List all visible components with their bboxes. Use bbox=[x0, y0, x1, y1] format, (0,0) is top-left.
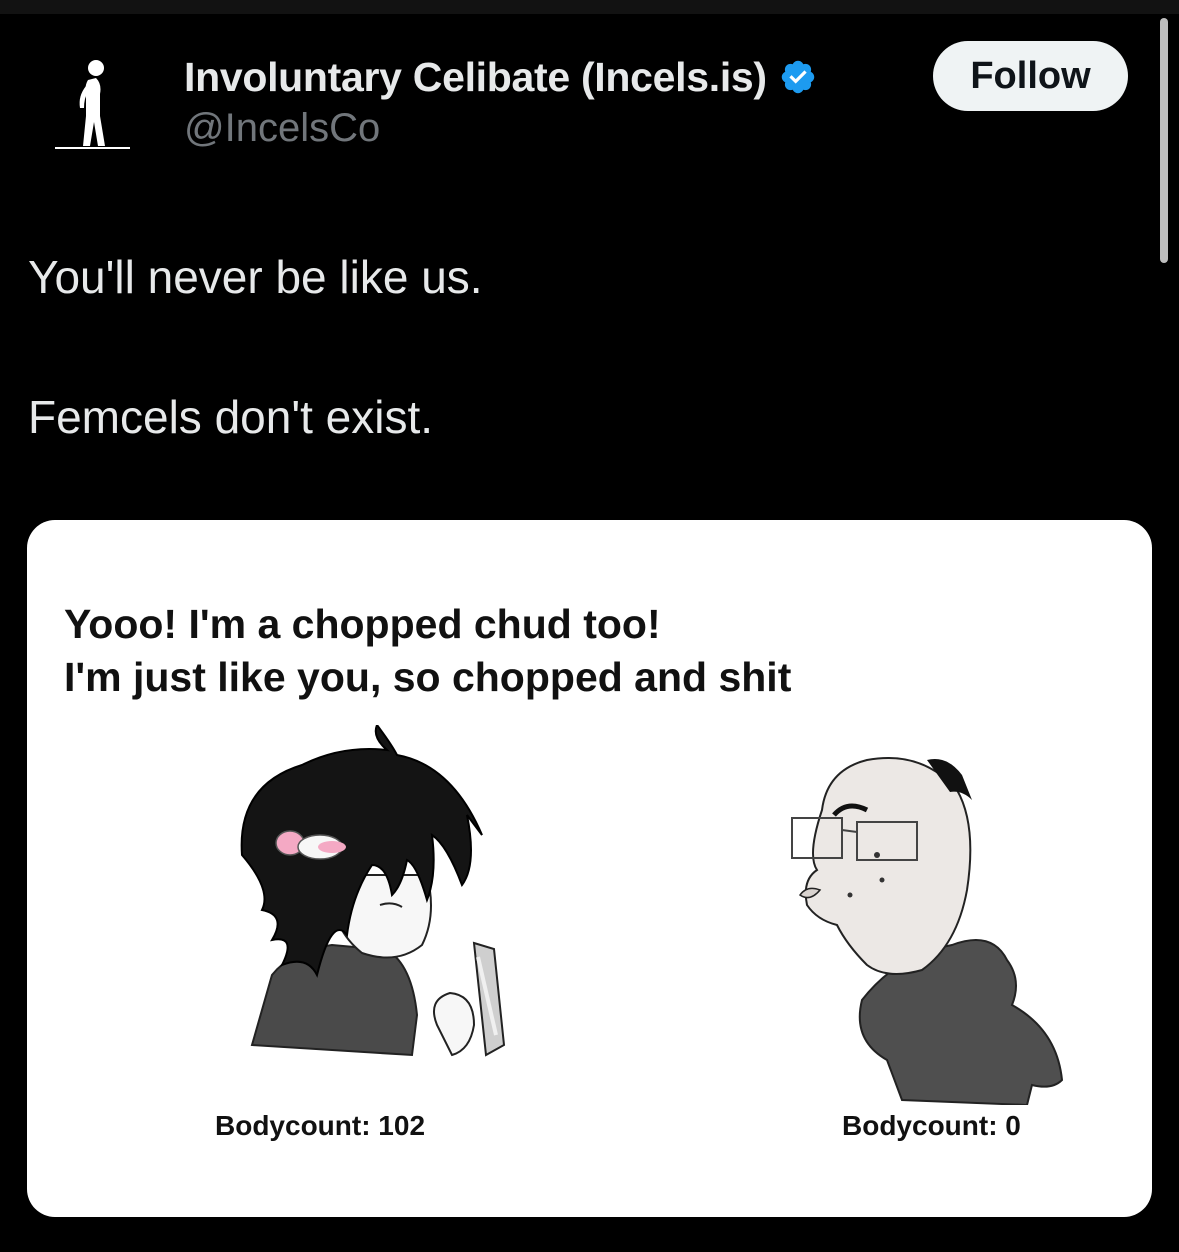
author-handle[interactable]: @IncelsCo bbox=[184, 106, 380, 151]
meme-caption-line: I'm just like you, so chopped and shit bbox=[64, 654, 792, 700]
standing-figure-logo bbox=[55, 60, 130, 149]
meme-caption-line: Yooo! I'm a chopped chud too! bbox=[64, 601, 661, 647]
verified-badge-icon[interactable] bbox=[779, 58, 817, 96]
bodycount-label-right: Bodycount: 0 bbox=[842, 1110, 1021, 1141]
follow-button[interactable]: Follow bbox=[933, 41, 1128, 111]
bodycount-label-left: Bodycount: 102 bbox=[215, 1110, 426, 1141]
tweet-text-line: You'll never be like us. bbox=[28, 251, 483, 303]
girl-with-phone-illustration bbox=[212, 722, 532, 1095]
balding-man-illustration bbox=[762, 730, 1082, 1107]
top-status-strip bbox=[0, 0, 1179, 14]
tweet-media-image[interactable]: Yooo! I'm a chopped chud too! I'm just l… bbox=[27, 520, 1152, 1217]
author-name-row: Involuntary Celibate (Incels.is) bbox=[184, 52, 817, 102]
scrollbar[interactable] bbox=[1160, 18, 1168, 263]
author-display-name[interactable]: Involuntary Celibate (Incels.is) bbox=[184, 54, 767, 101]
tweet-text-line: Femcels don't exist. bbox=[28, 391, 434, 443]
meme-caption: Yooo! I'm a chopped chud too! I'm just l… bbox=[64, 598, 791, 704]
profile-avatar[interactable] bbox=[50, 52, 136, 152]
